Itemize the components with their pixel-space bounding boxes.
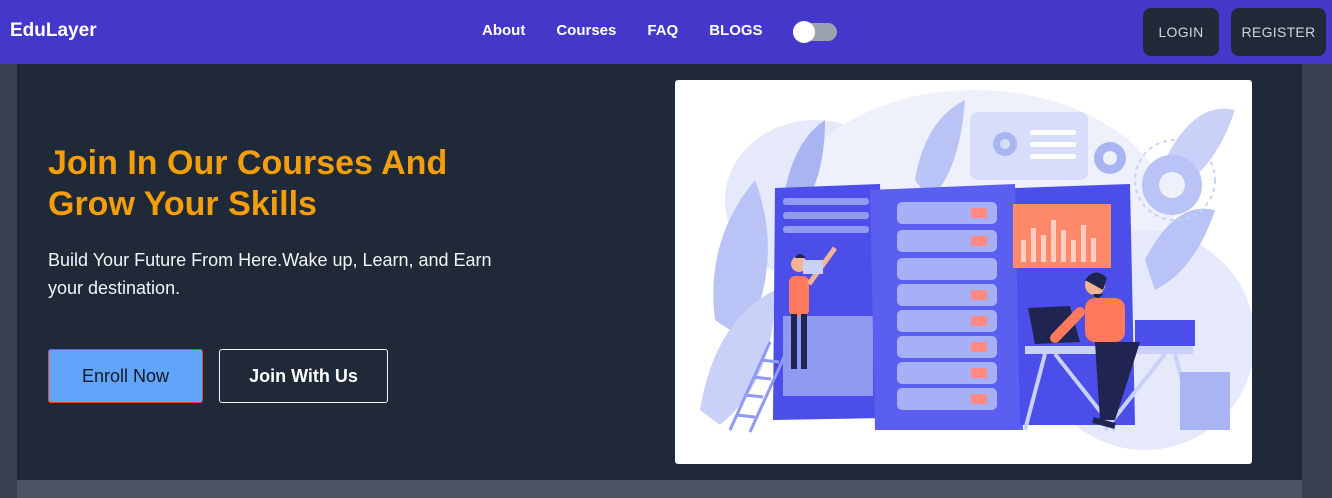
brand-logo[interactable]: EduLayer bbox=[10, 20, 97, 42]
register-button[interactable]: REGISTER bbox=[1231, 8, 1326, 56]
navbar: EduLayer About Courses FAQ BLOGS LOGIN R… bbox=[0, 0, 1332, 64]
hero-subtitle: Build Your Future From Here.Wake up, Lea… bbox=[48, 250, 492, 298]
server-room-illustration bbox=[700, 90, 1252, 450]
hero-title: Join In Our Courses And Grow Your Skills bbox=[48, 144, 448, 223]
nav-link-about[interactable]: About bbox=[482, 22, 525, 39]
nav-link-faq[interactable]: FAQ bbox=[647, 22, 678, 39]
theme-toggle[interactable] bbox=[793, 21, 837, 43]
join-with-us-button[interactable]: Join With Us bbox=[219, 349, 388, 403]
enroll-now-button[interactable]: Enroll Now bbox=[48, 349, 203, 403]
toggle-knob bbox=[793, 21, 815, 43]
nav-link-courses[interactable]: Courses bbox=[556, 22, 616, 39]
hero-illustration bbox=[675, 80, 1252, 464]
section-divider bbox=[17, 480, 1302, 498]
nav-link-blogs[interactable]: BLOGS bbox=[709, 22, 762, 39]
nav-links: About Courses FAQ BLOGS bbox=[482, 22, 794, 39]
login-button[interactable]: LOGIN bbox=[1143, 8, 1219, 56]
